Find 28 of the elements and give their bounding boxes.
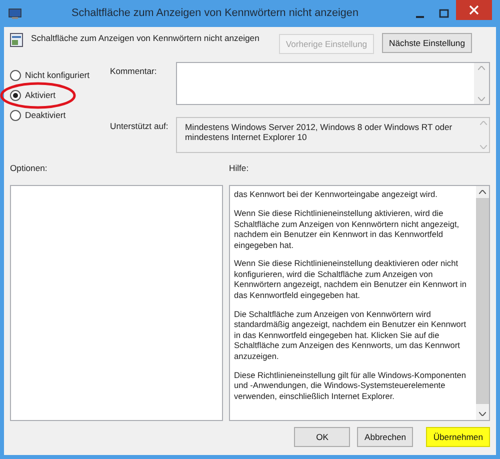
help-text: Diese Richtlinieneinstellung gilt für alle Windows-Komponenten und -Anwendungen, die Windows-Systemsteuerelemente verwenden, einschließlich Internet Explorer.	[234, 370, 467, 402]
policy-title: Schaltfläche zum Anzeigen von Kennwörtern nicht anzeigen	[31, 33, 260, 44]
close-button[interactable]	[456, 0, 492, 20]
window-title: Schaltfläche zum Anzeigen von Kennwörtern nicht anzeigen	[70, 7, 360, 20]
maximize-icon	[439, 8, 449, 18]
radio-option[interactable]: Nicht konfiguriert	[10, 70, 90, 81]
help-text: das Kennwort bei der Kennworteingabe angezeigt wird.	[234, 189, 438, 200]
help-text: Wenn Sie diese Richtlinieneinstellung deaktivieren oder nicht konfigurieren, wird die Schaltfläche zum Anzeigen von Kennwörtern angezeigt, nachdem ein Benutzer ein Kennwort in das Kennwortfeld eingegeben hat.	[234, 258, 468, 301]
scroll-down-icon[interactable]	[479, 412, 486, 416]
app-icon	[8, 8, 22, 20]
supported-text: Mindestens Windows Server 2012, Windows 8 oder Windows RT oder mindestens Internet Explorer 10	[184, 121, 454, 144]
dialog-button[interactable]: Abbrechen	[357, 427, 414, 448]
radio-option[interactable]: Deaktiviert	[10, 110, 66, 121]
supported-label: Unterstützt auf:	[110, 120, 170, 133]
radio-option[interactable]: Aktiviert	[10, 90, 56, 101]
dialog-button[interactable]: OK	[294, 427, 350, 448]
scrollbar-thumb[interactable]	[476, 198, 489, 404]
help-text: Die Schaltfläche zum Anzeigen von Kennwörtern wird standardmäßig angezeigt, nachdem ein Benutzer ein Kennwort in das Kennwortfeld eingegeben hat. Klicken Sie auf die Schaltfläche zum Anzeigen des Kennworts, um das Kennwort anzuzeigen.	[234, 308, 467, 362]
dialog-button[interactable]: Übernehmen	[426, 427, 490, 448]
help-text: Wenn Sie diese Richtlinieneinstellung aktivieren, wird die Schaltfläche zum Anzeigen von Kennwörtern nicht angezeigt, nachdem ein Benutzer ein Kennwort in das Kennwortfeld eingegeben hat.	[234, 208, 460, 250]
close-icon	[469, 5, 479, 15]
options-label: Optionen:	[10, 163, 48, 174]
nav-button[interactable]: Nächste Einstellung	[382, 33, 472, 53]
policy-icon	[10, 33, 23, 47]
help-label: Hilfe:	[229, 163, 249, 174]
scroll-up-icon[interactable]	[479, 190, 486, 194]
comment-label: Kommentar:	[110, 65, 158, 78]
minimize-icon	[416, 16, 424, 18]
